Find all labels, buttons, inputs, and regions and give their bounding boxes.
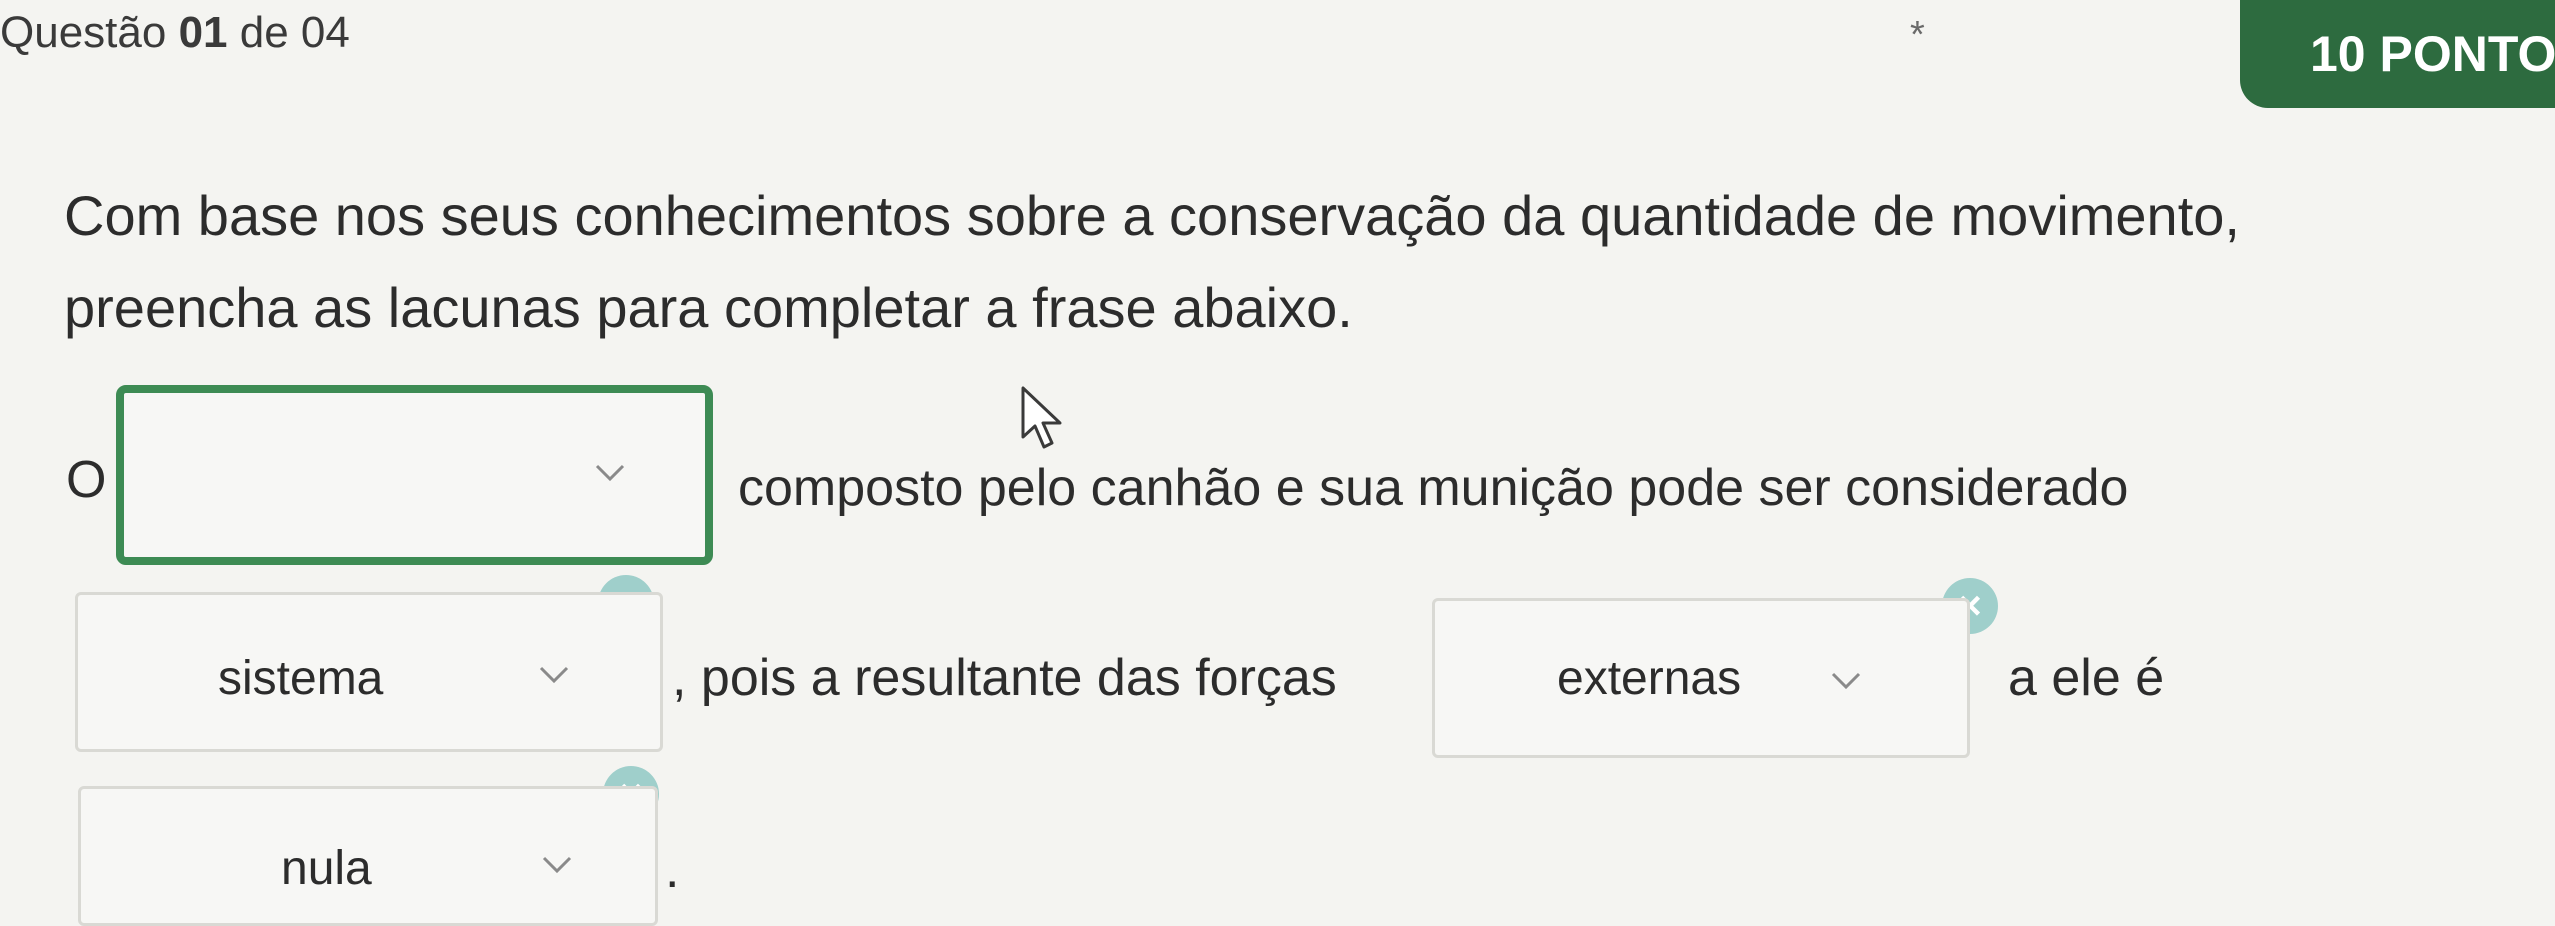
blank-dropdown-2[interactable]: sistema: [75, 592, 663, 752]
chevron-down-icon: [595, 464, 625, 482]
sentence-after-blank-3: a ele é: [2008, 649, 2165, 707]
sentence-start: O: [66, 451, 107, 509]
sentence-after-blank-1: composto pelo canhão e sua munição pode …: [738, 459, 2129, 517]
question-number: 01: [178, 8, 228, 57]
blank-4-value: nula: [281, 842, 372, 895]
blank-dropdown-1[interactable]: [116, 385, 713, 565]
sentence-after-blank-2: , pois a resultante das forças: [672, 649, 1337, 707]
points-badge: 10 PONTOS: [2240, 0, 2555, 108]
blank-3-value: externas: [1557, 652, 1742, 705]
question-header: Questão 01 de 04 * 10 PONTOS: [0, 0, 2555, 112]
question-counter: Questão 01 de 04: [0, 8, 350, 58]
sentence-end: .: [665, 841, 680, 899]
required-star-icon: *: [1910, 14, 1925, 56]
blank-2-value: sistema: [218, 652, 384, 705]
question-prompt: Com base nos seus conhecimentos sobre a …: [64, 170, 2364, 354]
question-total: de 04: [239, 8, 350, 57]
question-label: Questão: [0, 8, 167, 57]
chevron-down-icon: [542, 856, 572, 874]
prompt-line-2: preencha as lacunas para completar a fra…: [64, 276, 1353, 339]
blank-dropdown-3[interactable]: externas: [1432, 598, 1970, 758]
chevron-down-icon: [1831, 672, 1861, 690]
prompt-line-1: Com base nos seus conhecimentos sobre a …: [64, 184, 2240, 247]
mouse-pointer-icon: [1021, 386, 1062, 449]
chevron-down-icon: [539, 666, 569, 684]
blank-dropdown-4[interactable]: nula: [78, 786, 658, 926]
